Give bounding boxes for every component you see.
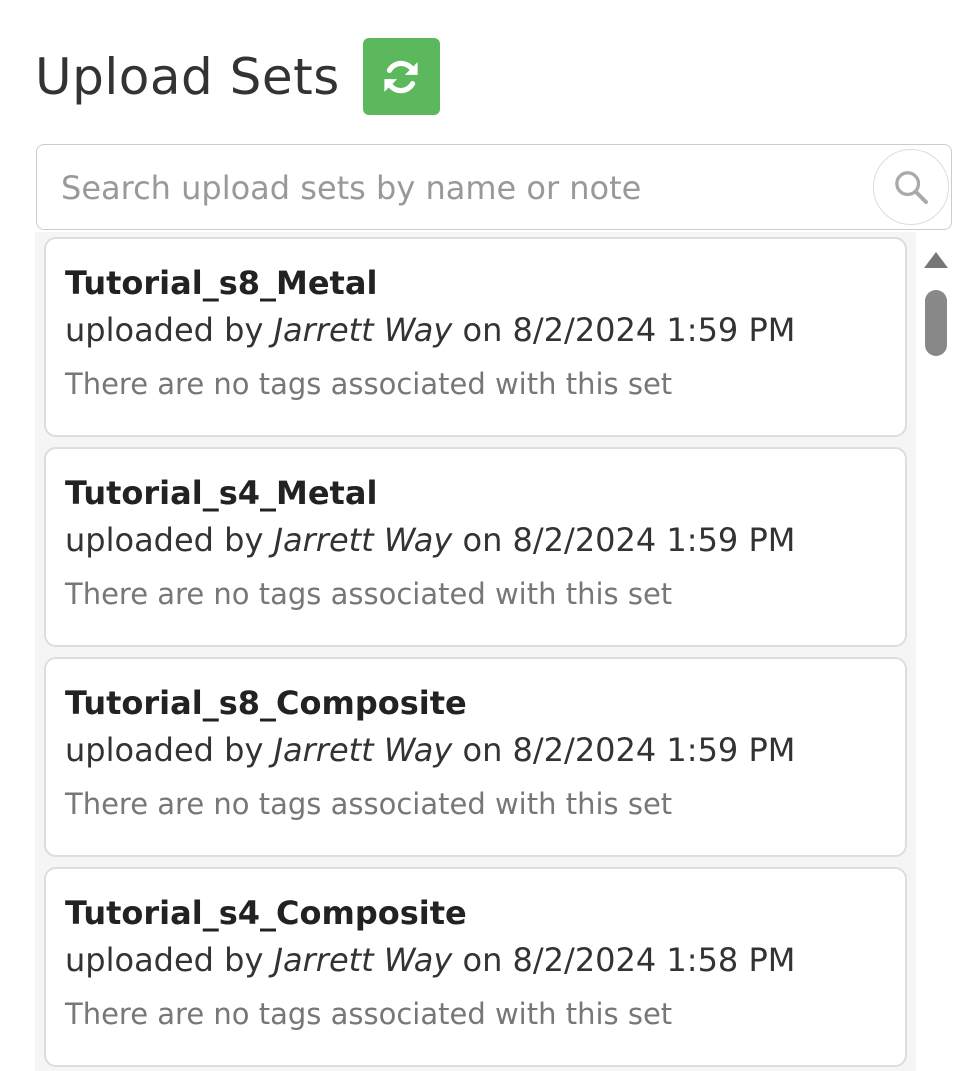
upload-set-tags: There are no tags associated with this s… xyxy=(65,367,673,401)
upload-date: on 8/2/2024 1:59 PM xyxy=(452,311,796,349)
uploaded-by-label: uploaded by xyxy=(65,731,274,769)
search-input[interactable] xyxy=(59,145,863,231)
upload-set-card[interactable]: Tutorial_s8_Metal uploaded by Jarrett Wa… xyxy=(44,237,907,437)
upload-set-name: Tutorial_s8_Metal xyxy=(65,264,378,302)
upload-set-card[interactable]: Tutorial_s8_Composite uploaded by Jarret… xyxy=(44,657,907,857)
refresh-button[interactable] xyxy=(362,38,440,115)
uploader-name: Jarrett Way xyxy=(273,311,453,349)
upload-set-list[interactable]: Tutorial_s8_Metal uploaded by Jarrett Wa… xyxy=(35,232,916,1071)
upload-set-tags: There are no tags associated with this s… xyxy=(65,997,673,1031)
page-title: Upload Sets xyxy=(35,47,340,106)
upload-date: on 8/2/2024 1:58 PM xyxy=(452,941,796,979)
upload-set-name: Tutorial_s8_Composite xyxy=(65,684,467,722)
uploaded-by-label: uploaded by xyxy=(65,941,274,979)
upload-set-meta: uploaded by Jarrett Way on 8/2/2024 1:59… xyxy=(65,521,795,559)
search-box xyxy=(36,144,952,231)
upload-set-meta: uploaded by Jarrett Way on 8/2/2024 1:59… xyxy=(65,731,795,769)
upload-set-meta: uploaded by Jarrett Way on 8/2/2024 1:58… xyxy=(65,941,795,979)
uploader-name: Jarrett Way xyxy=(273,941,453,979)
uploaded-by-label: uploaded by xyxy=(65,311,274,349)
upload-set-card[interactable]: Tutorial_s4_Composite uploaded by Jarret… xyxy=(44,867,907,1067)
refresh-icon xyxy=(384,60,418,93)
upload-set-name: Tutorial_s4_Composite xyxy=(65,894,467,932)
search-icon xyxy=(895,171,928,204)
upload-set-tags: There are no tags associated with this s… xyxy=(65,787,673,821)
upload-set-meta: uploaded by Jarrett Way on 8/2/2024 1:59… xyxy=(65,311,795,349)
uploaded-by-label: uploaded by xyxy=(65,521,274,559)
search-button[interactable] xyxy=(873,149,949,225)
scroll-up-arrow[interactable] xyxy=(924,252,948,268)
upload-set-name: Tutorial_s4_Metal xyxy=(65,474,378,512)
upload-set-tags: There are no tags associated with this s… xyxy=(65,577,673,611)
upload-date: on 8/2/2024 1:59 PM xyxy=(452,521,796,559)
upload-date: on 8/2/2024 1:59 PM xyxy=(452,731,796,769)
upload-set-card[interactable]: Tutorial_s4_Metal uploaded by Jarrett Wa… xyxy=(44,447,907,647)
page-header: Upload Sets xyxy=(35,38,440,115)
uploader-name: Jarrett Way xyxy=(273,731,453,769)
scrollbar-thumb[interactable] xyxy=(925,290,947,356)
uploader-name: Jarrett Way xyxy=(273,521,453,559)
